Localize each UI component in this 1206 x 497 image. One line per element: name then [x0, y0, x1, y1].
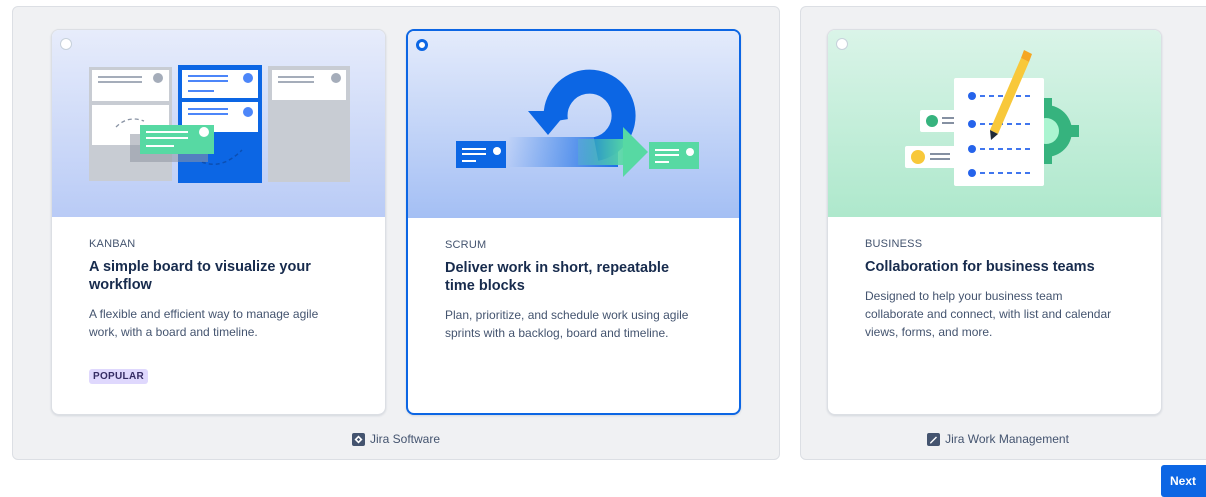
jira-software-icon	[351, 432, 365, 446]
scrum-description: Plan, prioritize, and schedule work usin…	[445, 308, 689, 340]
jira-work-management-icon	[927, 432, 941, 446]
business-eyebrow: BUSINESS	[865, 238, 923, 250]
template-card-business[interactable]: BUSINESS Collaboration for business team…	[827, 29, 1162, 415]
scrum-eyebrow: SCRUM	[445, 239, 487, 251]
jira-work-management-name: Jira Work Management	[945, 432, 1069, 446]
business-checklist-illustration	[828, 30, 1161, 217]
scrum-radio[interactable]	[416, 39, 428, 51]
jira-software-group: KANBAN A simple board to visualize your …	[12, 6, 780, 460]
kanban-radio[interactable]	[60, 38, 72, 50]
jira-work-management-label: Jira Work Management	[801, 432, 1195, 446]
kanban-title: A simple board to visualize your workflo…	[89, 259, 311, 293]
business-description: Designed to help your business team coll…	[865, 289, 1112, 339]
scrum-title: Deliver work in short, repeatable time b…	[445, 260, 670, 294]
jira-software-name: Jira Software	[369, 432, 441, 446]
next-button[interactable]: Next	[1161, 465, 1206, 497]
scrum-sprint-cycle-illustration	[408, 31, 739, 218]
template-card-scrum[interactable]: SCRUM Deliver work in short, repeatable …	[406, 29, 741, 415]
popular-badge: POPULAR	[89, 369, 148, 384]
jira-work-management-group: BUSINESS Collaboration for business team…	[800, 6, 1206, 460]
kanban-board-illustration	[52, 30, 385, 217]
template-card-kanban[interactable]: KANBAN A simple board to visualize your …	[51, 29, 386, 415]
business-title: Collaboration for business teams	[865, 259, 1095, 275]
kanban-eyebrow: KANBAN	[89, 238, 136, 250]
business-radio[interactable]	[836, 38, 848, 50]
kanban-description: A flexible and efficient way to manage a…	[89, 307, 319, 339]
jira-software-label: Jira Software	[13, 432, 779, 446]
